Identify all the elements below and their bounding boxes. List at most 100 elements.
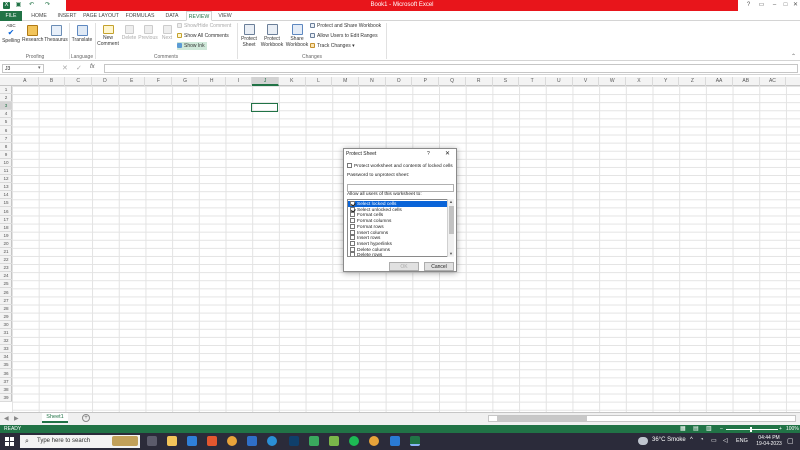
battery-icon[interactable]: ▭ — [711, 437, 717, 444]
column-header-U[interactable]: U — [546, 77, 573, 86]
row-header-15[interactable]: 15 — [0, 199, 12, 208]
row-header-7[interactable]: 7 — [0, 135, 12, 143]
protect-contents-checkbox[interactable]: Protect worksheet and contents of locked… — [347, 163, 453, 169]
share-workbook-button[interactable]: Share Workbook — [285, 24, 309, 48]
permission-checkbox[interactable] — [350, 206, 355, 212]
zoom-slider-thumb[interactable] — [750, 427, 752, 432]
row-header-6[interactable]: 6 — [0, 127, 12, 135]
windows-start-icon[interactable] — [5, 437, 14, 446]
permission-checkbox[interactable] — [350, 235, 355, 241]
row-header-2[interactable]: 2 — [0, 94, 12, 103]
row-header-35[interactable]: 35 — [0, 361, 12, 370]
help-icon[interactable]: ? — [745, 2, 752, 9]
permission-checkbox[interactable] — [350, 240, 355, 246]
scroll-down-icon[interactable]: ▼ — [449, 251, 453, 256]
column-header-L[interactable]: L — [306, 77, 333, 86]
row-header-23[interactable]: 23 — [0, 264, 12, 273]
column-header-O[interactable]: O — [386, 77, 413, 86]
zoom-level[interactable]: 100% — [786, 425, 799, 433]
column-header-I[interactable]: I — [226, 77, 253, 86]
page-break-view-icon[interactable]: ▥ — [706, 425, 712, 433]
translate-button[interactable]: Translate — [70, 25, 94, 43]
tab-data[interactable]: DATA — [160, 11, 184, 21]
tab-insert[interactable]: INSERT — [54, 11, 80, 21]
column-header-B[interactable]: B — [39, 77, 66, 86]
permission-checkbox[interactable] — [350, 212, 355, 218]
permission-option[interactable]: Delete rows — [350, 252, 382, 256]
row-header-12[interactable]: 12 — [0, 175, 12, 184]
scroll-sheets-right-icon[interactable]: ▶ — [14, 415, 19, 422]
row-header-34[interactable]: 34 — [0, 353, 12, 362]
zoom-out-icon[interactable]: – — [720, 425, 723, 433]
weather-text[interactable]: 36°C Smoke — [652, 437, 686, 443]
next-comment-button[interactable]: Next — [159, 25, 175, 41]
research-button[interactable]: Research — [22, 25, 43, 43]
column-header-G[interactable]: G — [172, 77, 199, 86]
row-header-38[interactable]: 38 — [0, 386, 12, 394]
spotify-icon[interactable] — [349, 436, 359, 446]
row-header-29[interactable]: 29 — [0, 313, 12, 321]
language-indicator[interactable]: ENG — [736, 438, 748, 444]
column-header-N[interactable]: N — [359, 77, 386, 86]
file-explorer-icon[interactable] — [167, 436, 177, 446]
excel-taskbar-icon[interactable] — [410, 436, 420, 446]
permission-checkbox[interactable] — [350, 252, 355, 256]
column-header-D[interactable]: D — [92, 77, 119, 86]
photoshop-icon[interactable] — [289, 436, 299, 446]
save-icon[interactable]: ▣ — [15, 2, 22, 9]
tab-file[interactable]: FILE — [0, 11, 22, 21]
row-header-30[interactable]: 30 — [0, 321, 12, 329]
mail-icon[interactable] — [187, 436, 197, 446]
minimize-icon[interactable]: – — [771, 2, 778, 9]
network-icon[interactable]: ◔ — [700, 437, 704, 443]
collapse-ribbon-icon[interactable]: ⌃ — [791, 53, 796, 60]
column-header-C[interactable]: C — [65, 77, 93, 86]
confirm-entry-icon[interactable]: ✓ — [76, 64, 82, 72]
column-header-Z[interactable]: Z — [680, 77, 707, 86]
scroll-sheets-left-icon[interactable]: ◀ — [4, 415, 9, 422]
dialog-close-icon[interactable]: ✕ — [445, 150, 450, 157]
maximize-icon[interactable]: □ — [782, 2, 789, 9]
scroll-thumb[interactable] — [449, 206, 454, 234]
allow-users-edit-ranges-button[interactable]: Allow Users to Edit Ranges — [310, 32, 378, 40]
column-header-R[interactable]: R — [466, 77, 493, 86]
scroll-up-icon[interactable]: ▲ — [449, 199, 453, 204]
row-header-21[interactable]: 21 — [0, 248, 12, 257]
row-header-14[interactable]: 14 — [0, 191, 12, 200]
cancel-button[interactable]: Cancel — [424, 262, 454, 271]
tray-chevron-icon[interactable]: ^ — [690, 437, 693, 443]
row-header-26[interactable]: 26 — [0, 289, 12, 297]
name-box-dropdown-icon[interactable]: ▾ — [38, 65, 41, 71]
row-header-25[interactable]: 25 — [0, 280, 12, 289]
zoom-slider[interactable] — [726, 429, 778, 430]
column-header-AC[interactable]: AC — [760, 77, 787, 86]
show-ink-button[interactable]: Show Ink — [177, 42, 207, 50]
redo-icon[interactable]: ↷ — [44, 2, 51, 9]
column-header-E[interactable]: E — [119, 77, 146, 86]
column-header-AA[interactable]: AA — [706, 77, 733, 86]
tab-page-layout[interactable]: PAGE LAYOUT — [83, 11, 119, 21]
new-comment-button[interactable]: New Comment — [96, 25, 120, 47]
notifications-icon[interactable]: ▢ — [787, 437, 794, 445]
row-header-18[interactable]: 18 — [0, 224, 12, 232]
track-changes-button[interactable]: Track Changes ▾ — [310, 42, 355, 50]
permissions-scrollbar[interactable]: ▲ ▼ — [447, 199, 454, 257]
row-header-28[interactable]: 28 — [0, 305, 12, 313]
row-header-39[interactable]: 39 — [0, 394, 12, 402]
protect-sheet-button[interactable]: Protect Sheet — [239, 24, 259, 48]
cancel-entry-icon[interactable]: ✕ — [62, 64, 68, 72]
password-input[interactable] — [347, 184, 454, 192]
sheet-tab-sheet1[interactable]: Sheet1 — [42, 413, 68, 423]
row-header-16[interactable]: 16 — [0, 208, 12, 216]
column-header-K[interactable]: K — [279, 77, 306, 86]
row-header-19[interactable]: 19 — [0, 232, 12, 240]
row-header-22[interactable]: 22 — [0, 256, 12, 265]
permissions-list[interactable]: Select locked cells Select unlocked cells… — [347, 199, 454, 257]
permission-checkbox[interactable] — [350, 229, 355, 235]
column-header-F[interactable]: F — [146, 77, 173, 86]
protect-workbook-button[interactable]: Protect Workbook — [260, 24, 284, 48]
tab-formulas[interactable]: FORMULAS — [124, 11, 156, 21]
column-header-P[interactable]: P — [413, 77, 440, 86]
row-header-13[interactable]: 13 — [0, 183, 12, 192]
app-s-icon[interactable] — [390, 436, 400, 446]
